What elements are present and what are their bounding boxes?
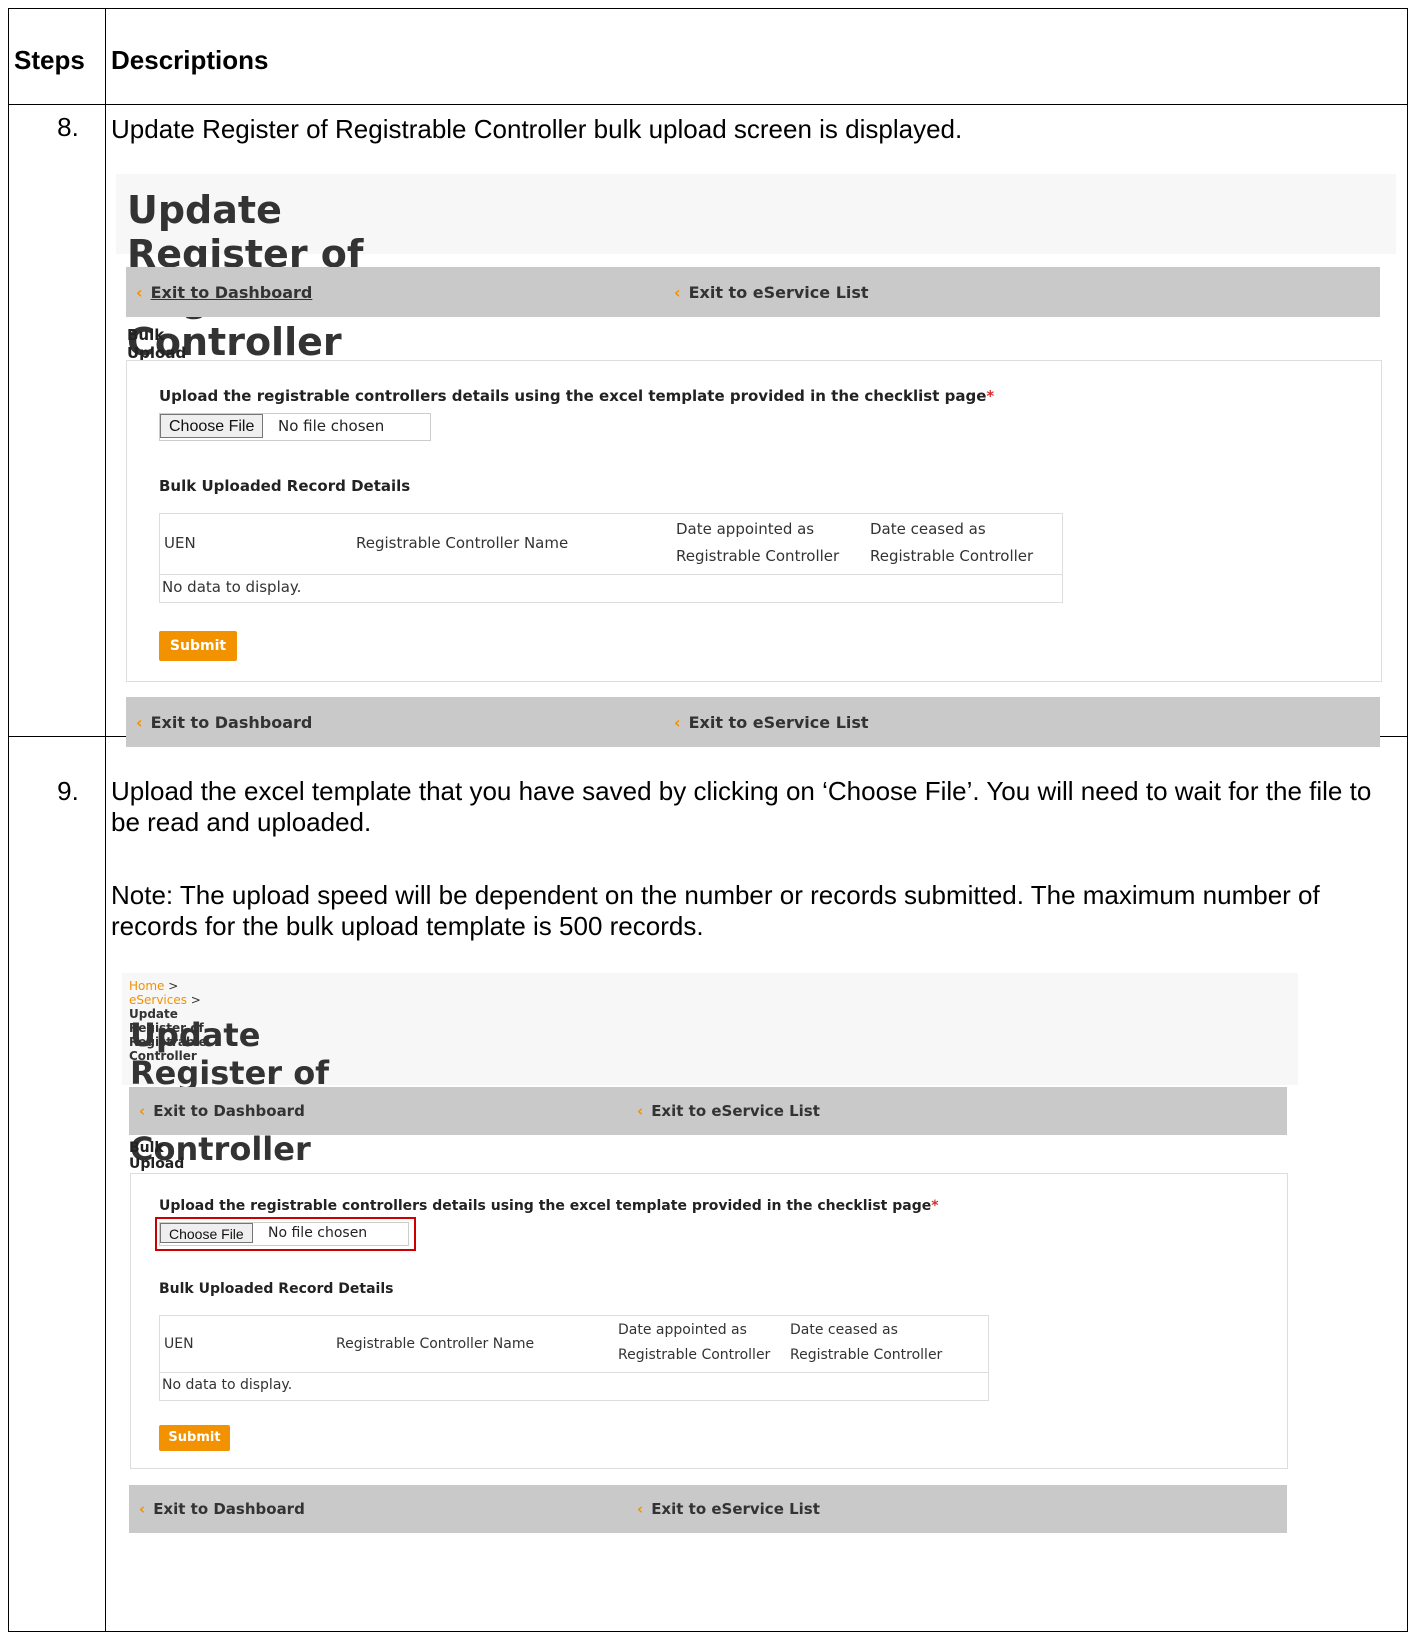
column-divider bbox=[105, 9, 106, 1631]
chevron-left-icon: ‹ bbox=[674, 713, 681, 732]
chevron-left-icon: ‹ bbox=[637, 1102, 644, 1120]
records-table: UEN Registrable Controller Name Date app… bbox=[159, 1315, 989, 1401]
header-divider bbox=[160, 574, 1062, 575]
exit-dashboard-link[interactable]: ‹ Exit to Dashboard bbox=[136, 713, 312, 732]
top-nav: ‹ Exit to Dashboard ‹ Exit to eService Lis… bbox=[126, 267, 1380, 317]
col-date-ceased: Date ceased as bbox=[870, 520, 986, 538]
section-bulk-upload: Bulk Upload bbox=[127, 326, 187, 362]
chevron-left-icon: ‹ bbox=[136, 283, 143, 302]
breadcrumb-eservices[interactable]: eServices bbox=[129, 993, 187, 1007]
empty-message: No data to display. bbox=[162, 578, 302, 596]
col-date-ceased: Date ceased as bbox=[790, 1322, 898, 1338]
col-date-appointed-2: Registrable Controller bbox=[618, 1347, 771, 1363]
header-divider bbox=[160, 1372, 988, 1373]
bottom-nav: ‹ Exit to Dashboard ‹ Exit to eService Lis… bbox=[129, 1485, 1287, 1533]
highlight-box bbox=[155, 1217, 416, 1251]
chevron-left-icon: ‹ bbox=[136, 713, 143, 732]
upload-form: Upload the registrable controllers detai… bbox=[126, 360, 1382, 682]
submit-button[interactable]: Submit bbox=[159, 631, 237, 661]
col-date-ceased-2: Registrable Controller bbox=[870, 547, 1034, 565]
row-divider bbox=[9, 104, 1407, 105]
exit-eservice-link[interactable]: ‹ Exit to eService List bbox=[637, 1500, 820, 1518]
col-controller-name: Registrable Controller Name bbox=[336, 1336, 535, 1352]
col-date-appointed: Date appointed as bbox=[676, 520, 815, 538]
empty-message: No data to display. bbox=[162, 1377, 293, 1393]
file-input[interactable]: Choose File No file chosen bbox=[159, 413, 431, 441]
records-table: UEN Registrable Controller Name Date app… bbox=[159, 513, 1063, 603]
chevron-left-icon: ‹ bbox=[637, 1500, 644, 1518]
chevron-left-icon: ‹ bbox=[674, 283, 681, 302]
step-9-number: 9. bbox=[57, 776, 79, 806]
section-bulk-upload: Bulk Upload bbox=[129, 1140, 185, 1172]
exit-dashboard-link[interactable]: ‹ Exit to Dashboard bbox=[139, 1500, 305, 1518]
top-nav: ‹ Exit to Dashboard ‹ Exit to eService Lis… bbox=[129, 1087, 1287, 1135]
exit-eservice-link[interactable]: ‹ Exit to eService List bbox=[674, 713, 869, 732]
records-heading: Bulk Uploaded Record Details bbox=[159, 1281, 394, 1297]
col-uen: UEN bbox=[164, 1336, 194, 1352]
step-9-text-2: Note: The upload speed will be dependent… bbox=[111, 880, 1320, 941]
col-uen: UEN bbox=[164, 534, 196, 552]
upload-instruction: Upload the registrable controllers detai… bbox=[159, 1198, 939, 1214]
chevron-left-icon: ‹ bbox=[139, 1500, 146, 1518]
choose-file-button[interactable]: Choose File bbox=[160, 414, 264, 438]
exit-eservice-link[interactable]: ‹ Exit to eService List bbox=[674, 283, 869, 302]
exit-dashboard-link[interactable]: ‹ Exit to Dashboard bbox=[136, 283, 312, 302]
chevron-left-icon: ‹ bbox=[139, 1102, 146, 1120]
header-steps: Steps bbox=[14, 45, 85, 75]
upload-instruction: Upload the registrable controllers detai… bbox=[159, 387, 995, 405]
bottom-nav: ‹ Exit to Dashboard ‹ Exit to eService Lis… bbox=[126, 697, 1380, 747]
file-status: No file chosen bbox=[278, 417, 385, 435]
col-controller-name: Registrable Controller Name bbox=[356, 534, 569, 552]
required-marker: * bbox=[986, 387, 995, 405]
exit-eservice-link[interactable]: ‹ Exit to eService List bbox=[637, 1102, 820, 1120]
col-date-ceased-2: Registrable Controller bbox=[790, 1347, 943, 1363]
step-9-text-1: Upload the excel template that you have … bbox=[111, 776, 1372, 837]
col-date-appointed-2: Registrable Controller bbox=[676, 547, 840, 565]
breadcrumb-home[interactable]: Home bbox=[129, 979, 164, 993]
upload-form: Upload the registrable controllers detai… bbox=[130, 1173, 1288, 1469]
exit-dashboard-link[interactable]: ‹ Exit to Dashboard bbox=[139, 1102, 305, 1120]
submit-button[interactable]: Submit bbox=[159, 1425, 230, 1451]
step-8-number: 8. bbox=[57, 112, 79, 142]
step-8-text: Update Register of Registrable Controlle… bbox=[111, 114, 963, 144]
col-date-appointed: Date appointed as bbox=[618, 1322, 747, 1338]
header-descriptions: Descriptions bbox=[111, 45, 269, 75]
records-heading: Bulk Uploaded Record Details bbox=[159, 477, 411, 495]
required-marker: * bbox=[931, 1198, 939, 1214]
